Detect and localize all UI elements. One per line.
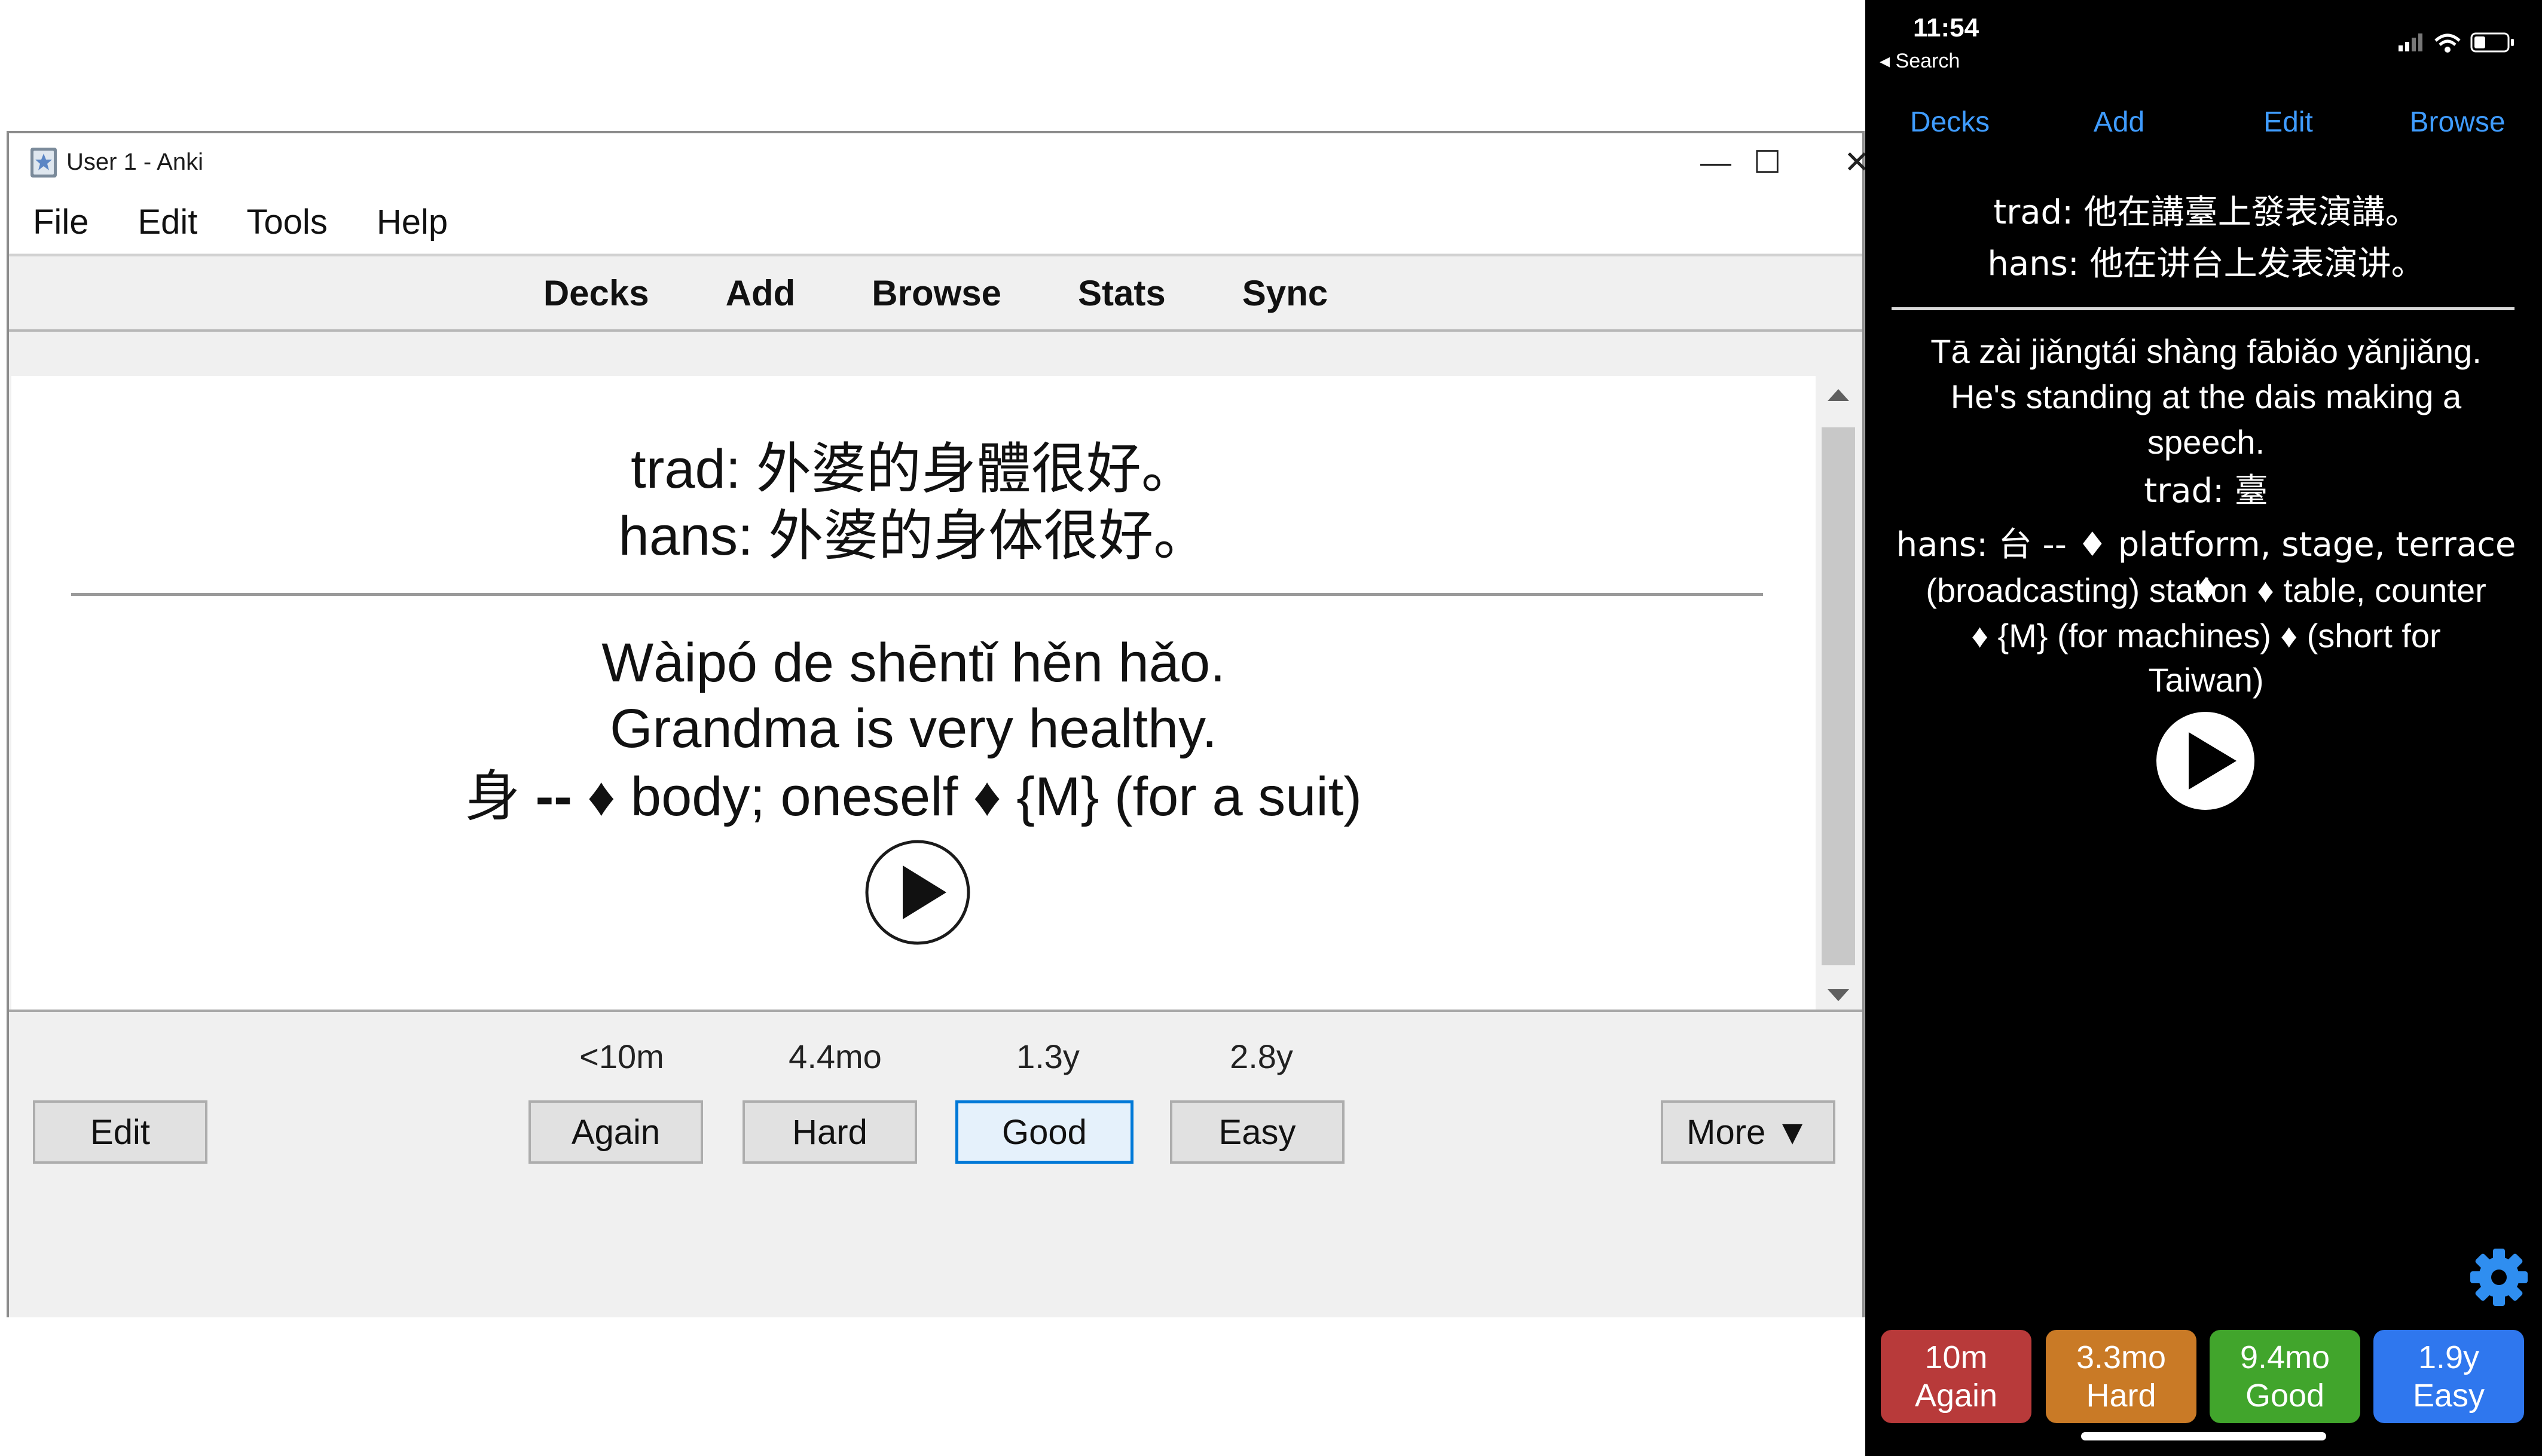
back-to-search-link[interactable]: ◂ Search	[1880, 49, 1960, 73]
card-divider	[71, 593, 1763, 596]
interval-good: 1.3y	[1016, 1038, 1080, 1075]
card-pinyin: Wàipó de shēntǐ hěn hǎo.	[601, 632, 1226, 693]
trad-sentence: 外婆的身體很好。	[756, 437, 1196, 501]
wifi-icon	[2434, 33, 2461, 53]
card-english: Grandma is very healthy.	[610, 698, 1217, 759]
mobile-hans-line: hans: 他在讲台上发表演讲。	[1987, 244, 2425, 283]
easy-label: Easy	[2412, 1378, 2485, 1414]
toolbar-decks[interactable]: Decks	[543, 273, 649, 314]
nav-browse[interactable]: Browse	[2373, 90, 2542, 155]
toolbar-stats[interactable]: Stats	[1078, 273, 1166, 314]
answer-bar: <10m 4.4mo 1.3y 2.8y Edit Again Hard Goo…	[9, 1010, 1862, 1317]
battery-icon	[2470, 32, 2514, 53]
home-indicator[interactable]	[2081, 1432, 2326, 1440]
mobile-trad-char: trad: 臺	[2144, 472, 2268, 510]
maximize-button[interactable]: ☐	[1734, 142, 1800, 183]
mobile-screen: 11:54 ◂ Search Decks Add Edit Browse tra…	[1865, 0, 2542, 1456]
card-trad-line: trad: 外婆的身體很好。	[11, 436, 1816, 503]
interval-again: <10m	[579, 1038, 664, 1075]
toolbar-browse[interactable]: Browse	[872, 273, 1001, 314]
definition-char: 身	[465, 764, 520, 828]
again-interval: 10m	[1924, 1339, 1988, 1375]
easy-interval: 1.9y	[2418, 1339, 2480, 1375]
hard-label: Hard	[2086, 1378, 2156, 1414]
menu-edit[interactable]: Edit	[114, 201, 222, 243]
status-time: 11:54	[1913, 13, 1979, 42]
toolbar-sync[interactable]: Sync	[1242, 273, 1328, 314]
card-definition: 身 -- ♦ body; oneself ♦ {M} (for a suit)	[11, 763, 1816, 830]
again-button[interactable]: Again	[528, 1100, 703, 1164]
menu-file[interactable]: File	[9, 201, 114, 243]
nav-edit[interactable]: Edit	[2204, 90, 2373, 155]
mobile-definition-2: (broadcasting) station ♦ table, counter	[1926, 571, 2486, 609]
definition-separator: --	[535, 766, 572, 827]
cellular-signal-icon	[2399, 33, 2422, 51]
scroll-thumb[interactable]	[1822, 427, 1855, 965]
good-label: Good	[2245, 1378, 2325, 1414]
anki-app-icon	[30, 148, 57, 178]
interval-easy: 2.8y	[1230, 1038, 1293, 1075]
hans-sentence: 外婆的身体很好。	[768, 504, 1209, 568]
easy-button[interactable]: Easy	[1170, 1100, 1345, 1164]
mobile-card-divider	[1892, 307, 2514, 310]
interval-hard: 4.4mo	[789, 1038, 882, 1075]
title-bar: User 1 - Anki — ☐ ✕	[9, 133, 1870, 192]
definition-text: ♦ body; oneself ♦ {M} (for a suit)	[587, 766, 1362, 827]
scroll-up-arrow-icon[interactable]	[1828, 389, 1849, 401]
more-button[interactable]: More ▼	[1661, 1100, 1835, 1164]
play-audio-icon[interactable]	[864, 839, 971, 946]
menu-help[interactable]: Help	[353, 201, 473, 243]
hard-interval: 3.3mo	[2076, 1339, 2167, 1375]
status-icons	[2399, 32, 2514, 53]
good-button[interactable]: Good	[955, 1100, 1133, 1164]
card-hans-line: hans: 外婆的身体很好。	[11, 503, 1816, 570]
mobile-hard-button[interactable]: 3.3mo Hard	[2046, 1330, 2196, 1423]
mobile-easy-button[interactable]: 1.9y Easy	[2373, 1330, 2524, 1423]
anki-desktop-window: User 1 - Anki — ☐ ✕ File Edit Tools Help…	[7, 131, 1870, 1317]
gear-icon[interactable]	[2469, 1247, 2529, 1307]
window-title: User 1 - Anki	[66, 149, 203, 175]
hans-label: hans:	[618, 506, 753, 567]
nav-add[interactable]: Add	[2034, 90, 2204, 155]
menu-bar: File Edit Tools Help	[9, 192, 1862, 253]
vertical-scrollbar[interactable]	[1816, 376, 1859, 1010]
edit-button[interactable]: Edit	[33, 1100, 207, 1164]
main-toolbar: Decks Add Browse Stats Sync	[9, 254, 1862, 332]
play-audio-icon[interactable]	[2152, 707, 2259, 815]
card-display: trad: 外婆的身體很好。 hans: 外婆的身体很好。 Wàipó de s…	[11, 376, 1816, 1010]
mobile-definition-4: Taiwan)	[2148, 661, 2264, 699]
mobile-english-2: speech.	[2147, 423, 2265, 461]
minimize-icon: —	[1700, 145, 1731, 180]
again-label: Again	[1914, 1378, 1998, 1414]
hard-button[interactable]: Hard	[743, 1100, 917, 1164]
good-interval: 9.4mo	[2239, 1339, 2330, 1375]
nav-decks[interactable]: Decks	[1865, 90, 2034, 155]
mobile-english-1: He's standing at the dais making a	[1950, 378, 2462, 415]
mobile-nav-bar: Decks Add Edit Browse	[1865, 90, 2542, 155]
mobile-again-button[interactable]: 10m Again	[1881, 1330, 2031, 1423]
mobile-good-button[interactable]: 9.4mo Good	[2210, 1330, 2360, 1423]
menu-tools[interactable]: Tools	[222, 201, 352, 243]
scroll-down-arrow-icon[interactable]	[1828, 989, 1849, 1001]
maximize-icon: ☐	[1753, 145, 1782, 180]
mobile-definition-3: ♦ {M} (for machines) ♦ (short for	[1971, 617, 2441, 654]
trad-label: trad:	[631, 439, 741, 500]
mobile-trad-line: trad: 他在講臺上發表演講。	[1993, 193, 2419, 232]
mobile-pinyin: Tā zài jiǎngtái shàng fābiǎo yǎnjiǎng.	[1930, 332, 2482, 370]
toolbar-add[interactable]: Add	[726, 273, 796, 314]
